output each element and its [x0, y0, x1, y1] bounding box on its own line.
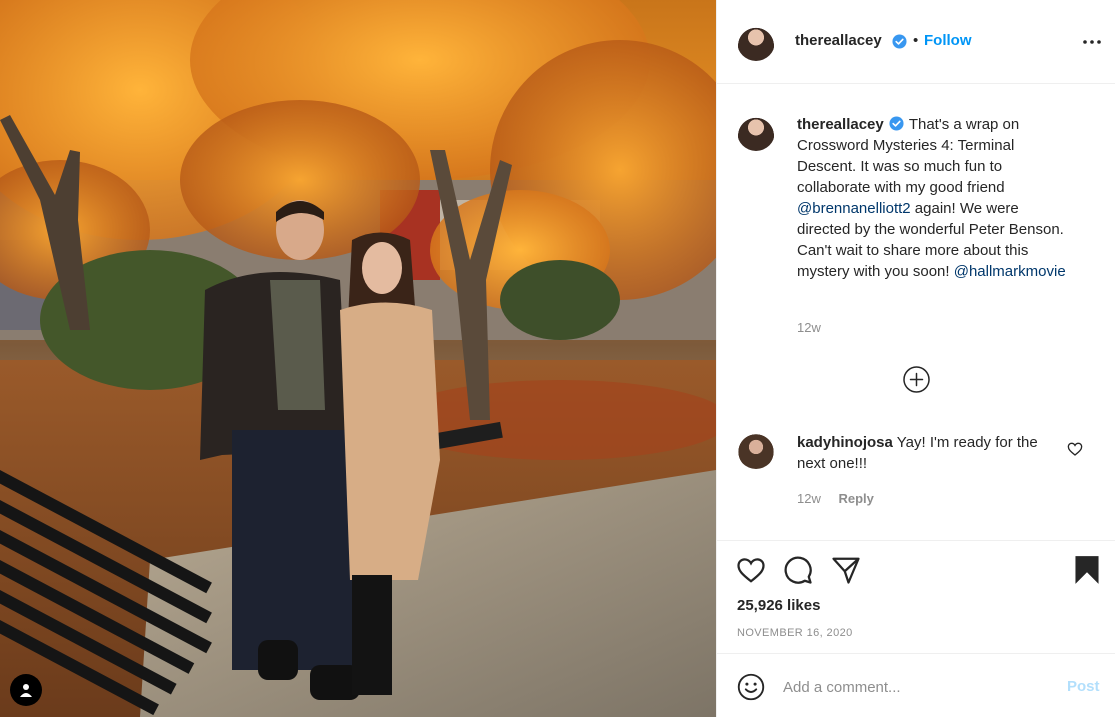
plus-circle-icon[interactable] — [903, 366, 930, 393]
comment-heart-icon[interactable] — [1067, 441, 1083, 457]
reply-button[interactable]: Reply — [838, 491, 873, 506]
post-header: thereallacey • Follow — [717, 0, 1115, 84]
caption-author-avatar[interactable] — [737, 113, 775, 151]
mention-link[interactable]: @brennanelliott2 — [797, 200, 911, 217]
header-separator: • — [913, 32, 919, 49]
paper-plane-icon[interactable] — [831, 555, 861, 585]
author-avatar[interactable] — [737, 23, 775, 61]
post-photo[interactable] — [0, 0, 716, 717]
tag-people-button[interactable] — [10, 674, 42, 706]
verified-badge-icon — [889, 116, 904, 131]
post-date[interactable]: NOVEMBER 16, 2020 — [737, 627, 853, 639]
comment-username[interactable]: kadyhinojosa — [797, 434, 893, 451]
post-side-panel: thereallacey • Follow thereallacey That'… — [716, 0, 1115, 717]
emoji-smiley-icon[interactable] — [737, 673, 765, 701]
post-comment-button[interactable]: Post — [1067, 678, 1100, 695]
more-options-icon[interactable] — [1081, 34, 1103, 50]
mention-link[interactable]: @hallmarkmovie — [954, 263, 1066, 280]
comment-timestamp[interactable]: 12w — [797, 491, 821, 506]
comment-meta: 12w Reply — [797, 491, 874, 506]
post-caption: thereallacey That's a wrap on Crossword … — [797, 114, 1067, 282]
bookmark-icon[interactable] — [1073, 555, 1101, 585]
caption-timestamp[interactable]: 12w — [797, 320, 821, 335]
user-tag-icon — [20, 684, 32, 697]
comment-input[interactable] — [783, 674, 1043, 700]
commenter-avatar[interactable] — [737, 431, 775, 469]
follow-button[interactable]: Follow — [924, 32, 972, 49]
author-username[interactable]: thereallacey — [795, 32, 882, 49]
verified-badge-icon — [892, 34, 907, 49]
action-bar: 25,926 likes NOVEMBER 16, 2020 — [717, 540, 1115, 652]
caption-username[interactable]: thereallacey — [797, 116, 884, 133]
heart-icon[interactable] — [735, 555, 767, 585]
comment-item: kadyhinojosa Yay! I'm ready for the next… — [797, 432, 1059, 474]
like-count[interactable]: 25,926 likes — [737, 597, 820, 614]
photo-scene — [0, 0, 716, 717]
comment-composer: Post — [717, 653, 1115, 717]
comment-bubble-icon[interactable] — [783, 555, 813, 585]
